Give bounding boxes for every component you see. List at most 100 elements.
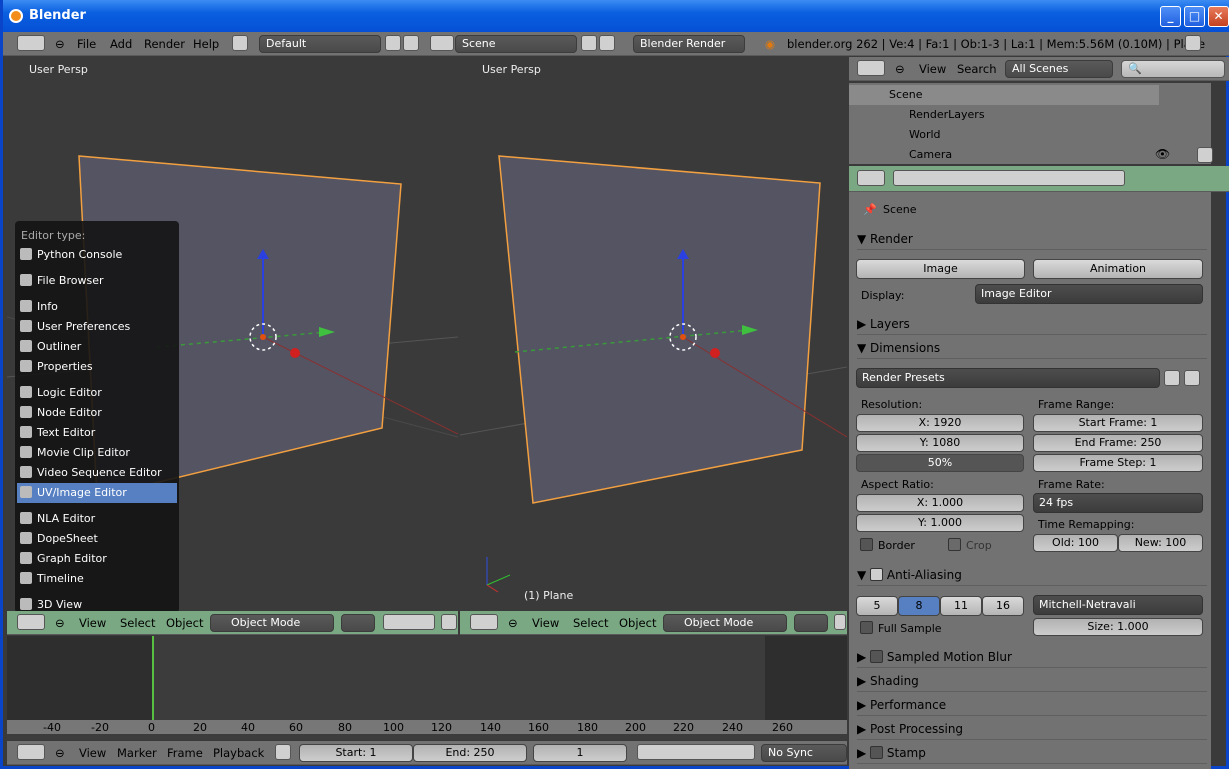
performance-section-header[interactable]: ▶ Performance [857,694,1207,716]
editor-type-button[interactable] [470,614,498,630]
editor-properties[interactable]: Properties [17,357,177,377]
menu-select[interactable]: Select [573,611,608,635]
editor-info[interactable]: Info [17,297,177,317]
aspect-y-field[interactable]: Y: 1.000 [856,514,1024,532]
add-layout-icon[interactable] [385,35,401,51]
menu-object[interactable]: Object [619,611,656,635]
manipulator-icon[interactable] [441,614,457,630]
eye-icon[interactable]: 👁 [1155,147,1170,161]
menu-frame[interactable]: Frame [167,741,203,765]
viewport-right[interactable]: User Persp (1) Plane [460,57,847,610]
editor-video-sequence[interactable]: Video Sequence Editor [17,463,177,483]
pivot-icon[interactable] [383,614,435,630]
outliner-filter-select[interactable]: All Scenes [1005,60,1113,78]
context-tabs-icon[interactable] [893,170,1125,186]
menu-object[interactable]: Object [166,611,203,635]
add-scene-icon[interactable] [581,35,597,51]
pin-icon[interactable]: 📌 [863,203,877,216]
remap-old-field[interactable]: Old: 100 [1033,534,1118,552]
frame-rate-select[interactable]: 24 fps [1033,493,1203,513]
outliner-row-camera[interactable]: Camera [849,145,1159,165]
end-frame-field[interactable]: End Frame: 250 [1033,434,1203,452]
editor-node[interactable]: Node Editor [17,403,177,423]
remove-layout-icon[interactable] [403,35,419,51]
start-frame-field[interactable]: Start Frame: 1 [1033,414,1203,432]
close-button[interactable]: ✕ [1208,6,1229,27]
shading-select[interactable] [794,614,828,632]
render-engine-select[interactable]: Blender Render [633,35,745,53]
render-section-header[interactable]: ▼ Render [857,228,1207,250]
layers-section-header[interactable]: ▶ Layers [857,313,1207,335]
start-frame-field[interactable]: Start: 1 [299,744,413,762]
maximize-button[interactable]: □ [1184,6,1205,27]
editor-outliner[interactable]: Outliner [17,337,177,357]
full-sample-checkbox[interactable] [860,621,873,634]
collapse-icon[interactable]: ⊖ [895,57,905,81]
remap-new-field[interactable]: New: 100 [1118,534,1203,552]
menu-search[interactable]: Search [957,57,997,81]
sync-select[interactable]: No Sync [761,744,847,762]
editor-text[interactable]: Text Editor [17,423,177,443]
current-frame-field[interactable]: 1 [533,744,627,762]
editor-movie-clip[interactable]: Movie Clip Editor [17,443,177,463]
collapse-icon[interactable]: ⊖ [508,611,518,635]
aa-filter-select[interactable]: Mitchell-Netravali [1033,595,1203,615]
collapse-icon[interactable]: ⊖ [55,611,65,635]
editor-type-button[interactable] [17,744,45,760]
editor-file-browser[interactable]: File Browser [17,271,177,291]
anti-aliasing-section-header[interactable]: ▼ Anti-Aliasing [857,564,1207,586]
menu-add[interactable]: Add [110,32,132,56]
resolution-y-field[interactable]: Y: 1080 [856,434,1024,452]
menu-render[interactable]: Render [144,32,185,56]
menu-view[interactable]: View [79,741,106,765]
collapse-icon[interactable]: ⊖ [55,32,65,56]
mode-select[interactable]: Object Mode [210,614,334,632]
editor-type-button[interactable] [857,60,885,76]
scene-icon[interactable] [430,35,454,51]
editor-nla[interactable]: NLA Editor [17,509,177,529]
outliner-row-renderlayers[interactable]: RenderLayers [849,105,1159,125]
editor-dopesheet[interactable]: DopeSheet [17,529,177,549]
editor-user-preferences[interactable]: User Preferences [17,317,177,337]
editor-type-icon[interactable] [17,35,45,51]
remove-scene-icon[interactable] [599,35,615,51]
render-image-button[interactable]: Image [856,259,1025,279]
motion-blur-section-header[interactable]: ▶ Sampled Motion Blur [857,646,1207,668]
editor-uv-image[interactable]: UV/Image Editor [17,483,177,503]
border-checkbox[interactable] [860,538,873,551]
menu-help[interactable]: Help [193,32,219,56]
anti-aliasing-checkbox[interactable] [870,568,884,581]
outliner-search-input[interactable]: 🔍 [1121,60,1225,78]
shading-select[interactable] [341,614,375,632]
add-preset-icon[interactable] [1164,370,1180,386]
dimensions-section-header[interactable]: ▼ Dimensions [857,337,1207,359]
stamp-section-header[interactable]: ▶ Stamp [857,742,1207,764]
end-frame-field[interactable]: End: 250 [413,744,527,762]
playback-controls-icon[interactable] [637,744,755,760]
aa-size-field[interactable]: Size: 1.000 [1033,618,1203,636]
menu-view[interactable]: View [532,611,559,635]
editor-graph[interactable]: Graph Editor [17,549,177,569]
menu-marker[interactable]: Marker [117,741,157,765]
collapse-icon[interactable]: ⊖ [55,741,65,765]
shading-section-header[interactable]: ▶ Shading [857,670,1207,692]
editor-timeline[interactable]: Timeline [17,569,177,589]
crop-checkbox[interactable] [948,538,961,551]
timeline-area[interactable]: -40 -20 0 20 40 60 80 100 120 140 160 18… [7,636,847,740]
layout-icon[interactable] [232,35,248,51]
render-animation-button[interactable]: Animation [1033,259,1203,279]
layout-field[interactable]: Default [259,35,381,53]
menu-file[interactable]: File [77,32,96,56]
resolution-x-field[interactable]: X: 1920 [856,414,1024,432]
remove-preset-icon[interactable] [1184,370,1200,386]
outliner-row-scene[interactable]: Scene [849,85,1159,105]
render-presets-select[interactable]: Render Presets [856,368,1160,388]
display-select[interactable]: Image Editor [975,284,1203,304]
menu-view[interactable]: View [79,611,106,635]
stamp-checkbox[interactable] [870,746,884,759]
menu-playback[interactable]: Playback [213,741,264,765]
pivot-icon[interactable] [834,614,846,630]
editor-logic[interactable]: Logic Editor [17,383,177,403]
menu-view[interactable]: View [919,57,946,81]
editor-type-button[interactable] [17,614,45,630]
